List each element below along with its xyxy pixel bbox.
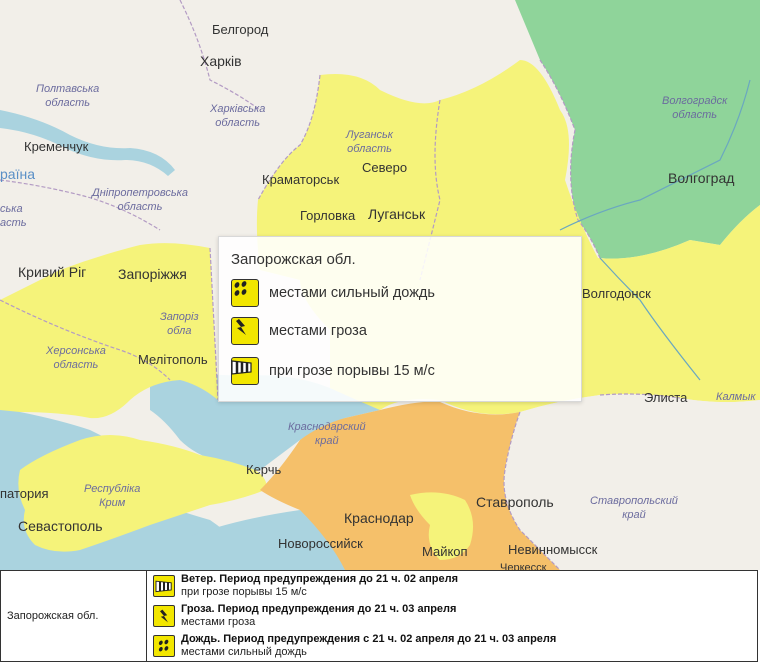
city-stavropol: Ставрополь <box>476 494 554 510</box>
legend-region-name: Запорожская обл. <box>7 610 99 622</box>
city-nevinnomyssk: Невинномысск <box>508 542 598 557</box>
city-novorossiysk: Новороссийск <box>278 536 363 551</box>
region-left-edge: ська асть <box>0 203 27 229</box>
region-crimea: Республіка Крим <box>84 483 141 509</box>
weather-warning-map[interactable]: Белгород Харків Кременчук раїна Краматор… <box>0 0 760 570</box>
warning-legend-table: Запорожская обл. Ветер. Период предупреж… <box>0 570 758 662</box>
popup-item-label: при грозе порывы 15 м/с <box>269 363 435 379</box>
popup-item-thunderstorm: местами гроза <box>231 317 367 345</box>
popup-title: Запорожская обл. <box>231 251 356 268</box>
popup-item-wind: при грозе порывы 15 м/с <box>231 357 435 385</box>
legend-row-title: Гроза. Период предупреждения до 21 ч. 03… <box>181 603 457 615</box>
city-kremenchuk: Кременчук <box>24 139 89 154</box>
rain-icon <box>231 279 259 307</box>
city-cherkessk: Черкесск <box>500 562 547 570</box>
legend-row-detail: местами сильный дождь <box>181 646 307 658</box>
region-popup: Запорожская обл. местами сильный дождь м… <box>218 236 582 402</box>
legend-row-detail: местами гроза <box>181 616 256 628</box>
city-maykop: Майкоп <box>422 544 468 559</box>
region-stavropol: Ставропольский край <box>590 495 678 521</box>
thunderstorm-icon <box>153 605 175 627</box>
city-sevastopol: Севастополь <box>18 518 103 534</box>
legend-row-title: Ветер. Период предупреждения до 21 ч. 02… <box>181 573 459 585</box>
city-lugansk: Луганськ <box>368 206 426 222</box>
city-severodonetsk: Северо <box>362 160 408 175</box>
city-kharkiv: Харків <box>200 53 242 69</box>
thunderstorm-icon <box>231 317 259 345</box>
popup-item-rain: местами сильный дождь <box>231 279 435 307</box>
legend-row-title: Дождь. Период предупреждения с 21 ч. 02 … <box>181 633 557 645</box>
city-volgograd: Волгоград <box>668 170 735 186</box>
legend-region-cell: Запорожская обл. <box>1 571 147 661</box>
city-elista: Элиста <box>644 390 688 405</box>
city-gorlovka: Горловка <box>300 208 356 223</box>
region-volgograd: Волгоградск область <box>662 95 728 121</box>
city-krasnodar: Краснодар <box>344 510 414 526</box>
region-zaporizhzhia: Запоріз обла <box>160 311 199 337</box>
legend-row-detail: при грозе порывы 15 м/с <box>181 586 307 598</box>
region-krasnodar: Краснодарский край <box>288 421 366 447</box>
wind-icon <box>153 575 175 597</box>
region-lugansk: Луганськ область <box>346 129 393 155</box>
region-kherson: Херсонська область <box>46 345 106 371</box>
city-kerch: Керчь <box>246 462 282 477</box>
region-dnipro: Дніпропетровська область <box>92 187 188 213</box>
popup-item-label: местами гроза <box>269 323 367 339</box>
city-volgodonsk: Волгодонск <box>582 286 651 301</box>
city-belgorod: Белгород <box>212 22 269 37</box>
country-ukraine: раїна <box>0 166 35 182</box>
region-kharkiv: Харківська область <box>210 103 266 129</box>
region-poltava: Полтавська область <box>36 83 100 109</box>
city-evpatoria: патория <box>0 486 49 501</box>
region-kalmykia: Калмык <box>716 391 756 403</box>
city-melitopol: Мелітополь <box>138 352 208 367</box>
rain-icon <box>153 635 175 657</box>
popup-item-label: местами сильный дождь <box>269 285 435 301</box>
city-kryvyi-rih: Кривий Ріг <box>18 264 87 280</box>
wind-icon <box>231 357 259 385</box>
city-zaporizhzhia: Запоріжжя <box>118 266 187 282</box>
city-kramatorsk: Краматорськ <box>262 172 340 187</box>
